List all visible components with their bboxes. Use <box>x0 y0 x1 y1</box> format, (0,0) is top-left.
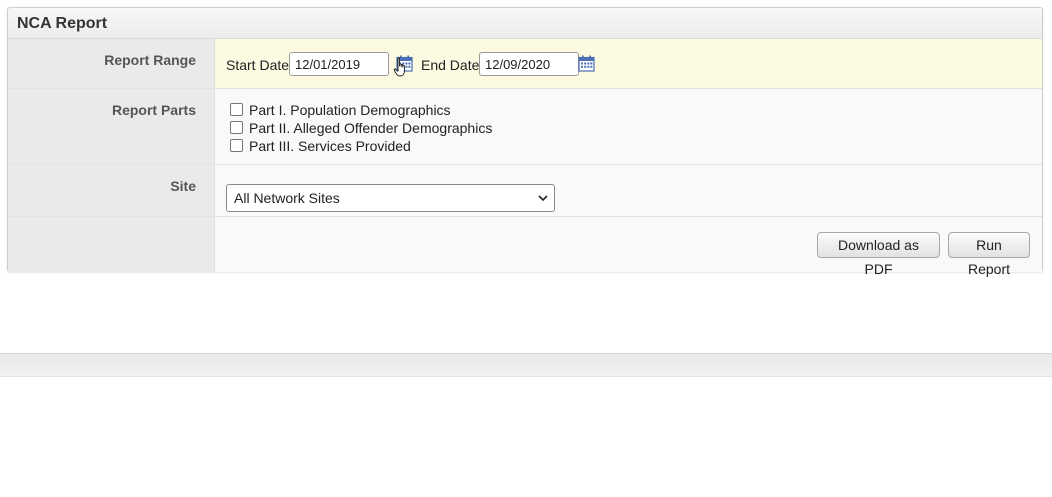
end-date-input[interactable] <box>479 52 579 76</box>
site-content: All Network Sites <box>215 165 1042 216</box>
start-date-label: Start Date <box>226 57 290 73</box>
report-parts-label: Report Parts <box>8 89 215 164</box>
part-2-checkbox[interactable] <box>230 121 243 134</box>
chevron-down-icon <box>538 195 548 202</box>
part-3-label: Part III. Services Provided <box>249 138 411 154</box>
hand-pointer-cursor-icon <box>393 57 405 77</box>
start-date-input[interactable] <box>289 52 389 76</box>
actions-label-cell <box>8 217 215 272</box>
nca-report-panel: NCA Report Report Range Start Date End D… <box>7 7 1043 277</box>
site-select[interactable]: All Network Sites <box>226 184 555 212</box>
part-3-checkbox[interactable] <box>230 139 243 152</box>
part-2-label: Part II. Alleged Offender Demographics <box>249 120 493 136</box>
end-date-label: End Date <box>421 57 480 73</box>
panel-title: NCA Report <box>8 8 1042 39</box>
site-label: Site <box>8 165 215 216</box>
site-select-value: All Network Sites <box>234 190 340 206</box>
actions-content: Download as PDF Run Report <box>215 217 1042 277</box>
actions-row: Download as PDF Run Report <box>8 217 1042 277</box>
section-divider <box>0 353 1052 377</box>
site-row: Site All Network Sites <box>8 165 1042 217</box>
run-report-button[interactable]: Run Report <box>948 232 1030 277</box>
part-1-option[interactable]: Part I. Population Demographics <box>230 102 451 118</box>
part-1-label: Part I. Population Demographics <box>249 102 451 118</box>
report-parts-row: Report Parts Part I. Population Demograp… <box>8 89 1042 165</box>
report-range-content: Start Date End Date <box>215 39 1042 88</box>
end-date-calendar-icon[interactable] <box>578 55 595 72</box>
download-pdf-button[interactable]: Download as PDF <box>817 232 940 277</box>
part-1-checkbox[interactable] <box>230 103 243 116</box>
part-3-option[interactable]: Part III. Services Provided <box>230 138 411 154</box>
report-range-label: Report Range <box>8 39 215 88</box>
part-2-option[interactable]: Part II. Alleged Offender Demographics <box>230 120 492 136</box>
report-parts-content: Part I. Population Demographics Part II.… <box>215 89 1042 164</box>
report-range-row: Report Range Start Date End Date <box>8 39 1042 89</box>
